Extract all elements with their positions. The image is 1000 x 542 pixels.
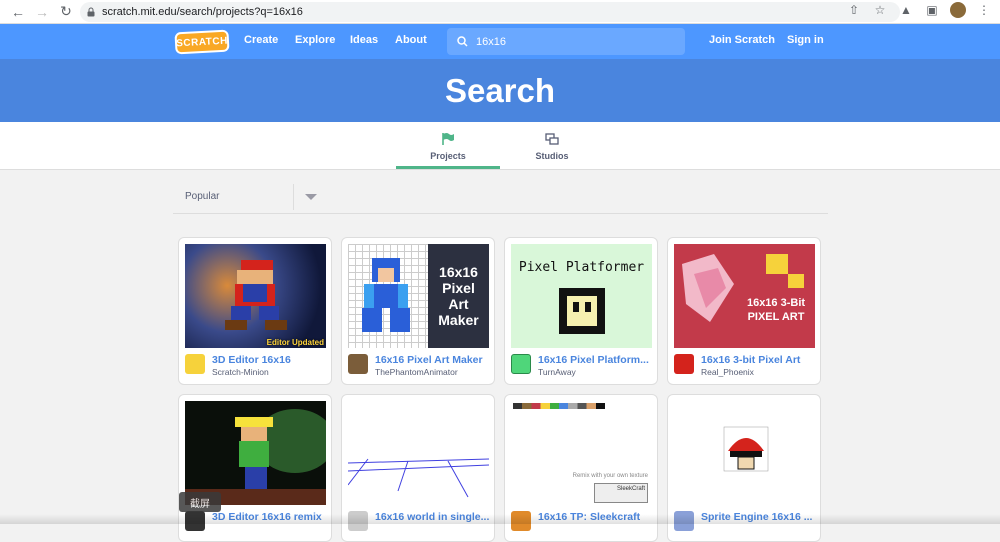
thumb-text: 16x16 3-Bit PIXEL ART: [741, 296, 811, 324]
site-navbar: SCRATCH Create Explore Ideas About 16x16…: [0, 24, 1000, 59]
project-author[interactable]: ThePhantomAnimator: [375, 367, 458, 377]
project-title[interactable]: 16x16 3-bit Pixel Art: [701, 354, 817, 366]
menu-icon[interactable]: ⋮: [976, 2, 992, 18]
project-thumbnail[interactable]: [348, 401, 489, 505]
project-thumbnail[interactable]: Editor Updated: [185, 244, 326, 348]
bottom-shadow: [0, 514, 1000, 524]
active-tab-indicator: [396, 166, 500, 169]
project-author[interactable]: TurnAway: [538, 367, 576, 377]
sort-selected: Popular: [185, 191, 219, 202]
project-author[interactable]: Real_Phoenix: [701, 367, 754, 377]
project-thumbnail[interactable]: Remix with your own texture SleekCraft: [511, 401, 652, 505]
avatar[interactable]: [511, 354, 531, 374]
mario-sprite-icon: [185, 244, 326, 348]
sort-filter[interactable]: Popular: [173, 184, 828, 214]
nav-about[interactable]: About: [395, 34, 427, 46]
profile-avatar[interactable]: [950, 2, 966, 18]
wireframe-grid-icon: [348, 401, 489, 505]
nav-ideas[interactable]: Ideas: [350, 34, 378, 46]
project-thumbnail[interactable]: 16x16 3-Bit PIXEL ART: [674, 244, 815, 348]
lock-icon: [86, 7, 96, 17]
screenshot-tooltip: 截屏: [179, 492, 221, 512]
editor-updated-badge: Editor Updated: [267, 338, 324, 347]
project-card[interactable]: 16x16 3-Bit PIXEL ART 16x16 3-bit Pixel …: [667, 237, 821, 385]
luigi-sprite-icon: [185, 401, 326, 505]
flag-icon: [441, 132, 455, 146]
address-bar[interactable]: scratch.mit.edu/search/projects?q=16x16: [80, 2, 900, 22]
color-palette-strip: [513, 403, 605, 409]
project-title[interactable]: 16x16 Pixel Art Maker: [375, 354, 491, 366]
chevron-down-icon[interactable]: [305, 194, 317, 200]
avatar[interactable]: [674, 354, 694, 374]
page-title: Search: [445, 72, 555, 110]
project-card[interactable]: Pixel Platformer 16x16 Pixel Platform...…: [504, 237, 658, 385]
nav-explore[interactable]: Explore: [295, 34, 335, 46]
tab-projects-label: Projects: [430, 151, 466, 161]
project-thumbnail[interactable]: Pixel Platformer: [511, 244, 652, 348]
pixel-art-maker-panel: 16x16 Pixel Art Maker: [428, 244, 489, 348]
thumb-text: 16x16 Pixel Art Maker: [432, 264, 485, 328]
studios-icon: [545, 132, 559, 146]
extensions-icon[interactable]: ▲: [898, 2, 914, 18]
join-scratch-link[interactable]: Join Scratch: [709, 34, 775, 46]
reload-icon[interactable]: ↻: [56, 2, 76, 22]
search-value: 16x16: [476, 36, 506, 48]
project-title[interactable]: 3D Editor 16x16: [212, 354, 328, 366]
sleekcraft-box: SleekCraft: [594, 483, 648, 503]
thumb-sub: SleekCraft: [617, 486, 645, 492]
tab-projects[interactable]: Projects: [396, 130, 500, 161]
project-title[interactable]: 16x16 Pixel Platform...: [538, 354, 654, 366]
search-input[interactable]: 16x16: [447, 28, 685, 55]
project-author[interactable]: Scratch-Minion: [212, 367, 269, 377]
project-thumbnail[interactable]: [674, 401, 815, 505]
block-character-icon: [511, 244, 652, 348]
search-banner: Search: [0, 59, 1000, 122]
avatar[interactable]: [185, 354, 205, 374]
project-card[interactable]: Editor Updated 3D Editor 16x16 Scratch-M…: [178, 237, 332, 385]
project-thumbnail[interactable]: [185, 401, 326, 505]
search-tabs: Projects Studios: [0, 122, 1000, 170]
nav-create[interactable]: Create: [244, 34, 278, 46]
scratch-logo[interactable]: SCRATCH: [174, 30, 229, 55]
filter-divider: [293, 184, 294, 210]
forward-icon[interactable]: →: [32, 2, 52, 22]
url-text: scratch.mit.edu/search/projects?q=16x16: [102, 6, 303, 18]
project-thumbnail[interactable]: 16x16 Pixel Art Maker: [348, 244, 489, 348]
share-icon[interactable]: ⇧: [846, 2, 862, 18]
thumb-text: Remix with your own texture: [573, 473, 648, 479]
tab-studios[interactable]: Studios: [500, 130, 604, 161]
mushroom-sprite-icon: [674, 401, 815, 505]
project-card[interactable]: 16x16 Pixel Art Maker 16x16 Pixel Art Ma…: [341, 237, 495, 385]
search-icon: [457, 36, 468, 47]
sign-in-link[interactable]: Sign in: [787, 34, 824, 46]
back-icon[interactable]: ←: [8, 2, 28, 22]
avatar[interactable]: [348, 354, 368, 374]
sidepanel-icon[interactable]: ▣: [924, 2, 940, 18]
browser-toolbar: ← → ↻ scratch.mit.edu/search/projects?q=…: [0, 0, 1000, 24]
star-icon[interactable]: ☆: [872, 2, 888, 18]
tab-studios-label: Studios: [536, 151, 569, 161]
